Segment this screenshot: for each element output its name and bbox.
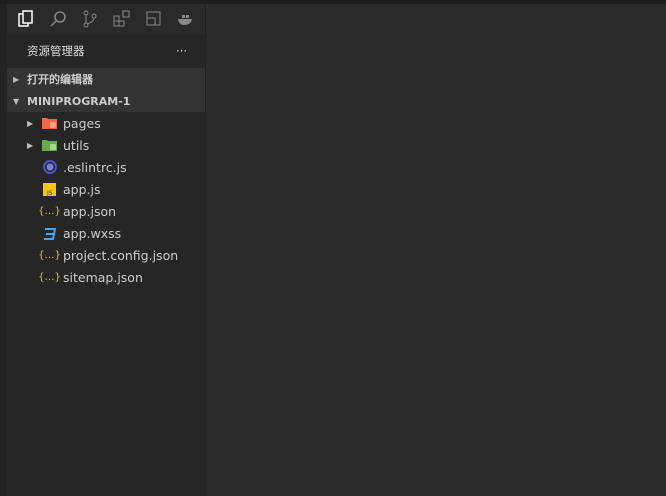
- tree-item-app-js[interactable]: JS app.js: [7, 178, 205, 200]
- item-label: utils: [63, 137, 90, 153]
- json-icon: {…}: [38, 205, 61, 217]
- json-icon: {…}: [38, 271, 61, 283]
- item-label: app.json: [63, 203, 117, 219]
- item-label: app.js: [63, 181, 101, 197]
- outline-icon[interactable]: [143, 8, 165, 30]
- folder-utils-icon: [42, 138, 57, 153]
- js-icon: JS: [42, 182, 57, 197]
- section-open-editors[interactable]: ▶ 打开的编辑器: [7, 68, 205, 90]
- section-workspace[interactable]: ▼ MINIPROGRAM-1: [7, 90, 205, 112]
- tree-item-app-wxss[interactable]: app.wxss: [7, 222, 205, 244]
- activity-bar: [7, 4, 205, 34]
- tree-item-pages[interactable]: ▶ pages: [7, 112, 205, 134]
- extensions-icon[interactable]: [111, 8, 133, 30]
- explorer-title: 资源管理器: [27, 44, 85, 58]
- explorer-sidebar: 资源管理器 ··· ▶ 打开的编辑器 ▼ MINIPROGRAM-1 ▶ pages …: [7, 4, 206, 496]
- section-label: MINIPROGRAM-1: [27, 94, 131, 108]
- docker-icon[interactable]: [175, 8, 197, 30]
- css-icon: [42, 226, 57, 241]
- explorer-icon[interactable]: [15, 8, 37, 30]
- search-icon[interactable]: [47, 8, 69, 30]
- chevron-right-icon: ▶: [27, 140, 34, 150]
- chevron-right-icon: ▶: [27, 118, 34, 128]
- item-label: project.config.json: [63, 247, 179, 263]
- activity-strip: [0, 4, 7, 496]
- folder-pages-icon: [42, 116, 57, 131]
- section-label: 打开的编辑器: [27, 73, 93, 86]
- item-label: pages: [63, 115, 101, 131]
- source-control-icon[interactable]: [79, 8, 101, 30]
- more-actions-button[interactable]: ···: [176, 44, 187, 58]
- svg-text:JS: JS: [46, 190, 53, 196]
- tree-item-utils[interactable]: ▶ utils: [7, 134, 205, 156]
- tree-item-eslintrc[interactable]: .eslintrc.js: [7, 156, 205, 178]
- item-label: sitemap.json: [63, 269, 143, 285]
- explorer-header: 资源管理器 ···: [7, 34, 205, 68]
- tree-item-app-json[interactable]: {…} app.json: [7, 200, 205, 222]
- tree-item-sitemap[interactable]: {…} sitemap.json: [7, 266, 205, 288]
- tree-item-project-config[interactable]: {…} project.config.json: [7, 244, 205, 266]
- editor-area: [207, 4, 666, 496]
- eslint-icon: [42, 160, 57, 175]
- item-label: .eslintrc.js: [63, 159, 127, 175]
- item-label: app.wxss: [63, 225, 122, 241]
- json-icon: {…}: [38, 249, 61, 261]
- chevron-right-icon: ▶: [13, 74, 20, 84]
- chevron-down-icon: ▼: [13, 96, 20, 106]
